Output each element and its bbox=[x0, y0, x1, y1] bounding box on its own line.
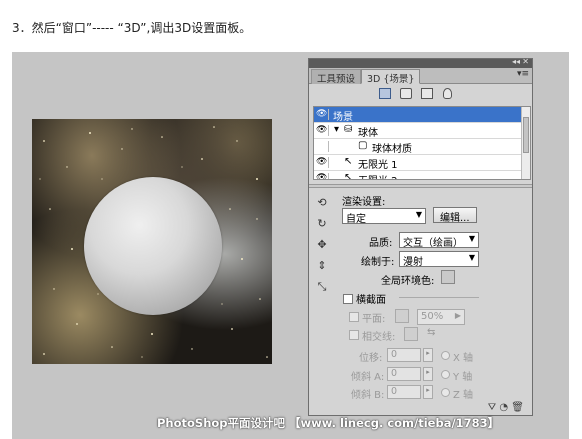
dropdown-arrow-icon: ▼ bbox=[415, 210, 422, 219]
tilt-a-stepper[interactable]: ▸ bbox=[423, 367, 433, 381]
tree-row-sphere-material[interactable]: ▢ 球体材质 bbox=[314, 139, 522, 155]
section-divider bbox=[399, 297, 479, 298]
cross-section-label: 横截面 bbox=[356, 295, 386, 306]
scale-tool-icon[interactable]: ⤡ bbox=[313, 280, 331, 295]
offset-label: 位移: bbox=[359, 353, 383, 364]
scene-tree: 👁 场景 👁 ▾ ⛁ 球体 ▢ 球体材质 👁 ↖ 无限光 1 👁 ↖ bbox=[313, 106, 531, 180]
drag-tool-icon[interactable]: ✥ bbox=[313, 238, 331, 253]
paint-on-label: 绘制于: bbox=[361, 257, 395, 268]
visibility-icon[interactable]: 👁 bbox=[316, 173, 329, 179]
plane-opacity-select[interactable]: 50% ▶ bbox=[417, 309, 465, 325]
panel-splitter[interactable] bbox=[309, 184, 532, 188]
material-icon: ▢ bbox=[358, 140, 368, 151]
scrollbar-thumb[interactable] bbox=[523, 117, 529, 153]
expand-arrow-icon[interactable]: ▾ bbox=[334, 124, 339, 135]
visibility-icon[interactable]: 👁 bbox=[316, 125, 329, 136]
3d-panel: ◂◂ ✕ 工具预设 3D {场景} ▾≡ 👁 场景 👁 ▾ ⛁ 球体 ▢ 球体材… bbox=[308, 57, 533, 416]
visibility-icon[interactable]: 👁 bbox=[316, 109, 329, 120]
mesh-icon: ⛁ bbox=[344, 124, 353, 135]
global-ambient-color-swatch[interactable] bbox=[441, 270, 455, 284]
tab-tool-presets[interactable]: 工具预设 bbox=[311, 69, 362, 85]
visibility-icon bbox=[316, 141, 329, 152]
intersection-label: 相交线: bbox=[362, 332, 396, 343]
plane-label: 平面: bbox=[362, 314, 386, 325]
tilt-b-input[interactable]: 0 bbox=[387, 385, 421, 399]
x-axis-label: X 轴 bbox=[453, 353, 474, 364]
tilt-b-label: 倾斜 B: bbox=[351, 390, 385, 401]
tree-row-light-1[interactable]: 👁 ↖ 无限光 1 bbox=[314, 155, 522, 171]
step-caption: 3．然后“窗口”----- “3D”,调出3D设置面板。 bbox=[12, 21, 252, 35]
light-filter-icon[interactable] bbox=[443, 88, 452, 99]
3d-sphere[interactable] bbox=[84, 177, 222, 315]
ground-plane-icon[interactable]: ⛛ bbox=[488, 402, 496, 413]
close-icon[interactable]: ✕ bbox=[522, 57, 529, 66]
material-filter-icon[interactable] bbox=[421, 88, 433, 99]
tilt-b-stepper[interactable]: ▸ bbox=[423, 385, 433, 399]
light-icon: ↖ bbox=[344, 172, 353, 180]
photoshop-screenshot: ◂◂ ✕ 工具预设 3D {场景} ▾≡ 👁 场景 👁 ▾ ⛁ 球体 ▢ 球体材… bbox=[12, 52, 569, 439]
plane-color-swatch[interactable] bbox=[395, 309, 409, 323]
scene-filter-icon[interactable] bbox=[379, 88, 391, 99]
intersection-color-swatch[interactable] bbox=[404, 327, 418, 341]
render-preset-select[interactable]: 自定 ▼ bbox=[342, 208, 426, 225]
offset-input[interactable]: 0 bbox=[387, 348, 421, 362]
z-axis-label: Z 轴 bbox=[453, 390, 474, 401]
y-axis-label: Y 轴 bbox=[453, 372, 473, 383]
new-light-icon[interactable]: ◔ bbox=[499, 402, 508, 413]
filter-icon-row bbox=[309, 84, 532, 104]
plane-checkbox[interactable] bbox=[349, 312, 359, 322]
quality-label: 品质: bbox=[369, 238, 393, 249]
dropdown-arrow-icon: ▼ bbox=[468, 253, 475, 262]
tilt-a-input[interactable]: 0 bbox=[387, 367, 421, 381]
tilt-a-label: 倾斜 A: bbox=[351, 372, 385, 383]
dropdown-arrow-icon: ▶ bbox=[454, 311, 461, 320]
roll-tool-icon[interactable]: ↻ bbox=[313, 217, 331, 232]
paint-on-select[interactable]: 漫射 ▼ bbox=[399, 251, 479, 268]
flip-section-icon[interactable]: ⇆ bbox=[427, 327, 435, 338]
delete-icon[interactable]: 🗑 bbox=[511, 402, 524, 413]
slide-tool-icon[interactable]: ⇕ bbox=[313, 259, 331, 274]
quality-select[interactable]: 交互（绘画） ▼ bbox=[399, 232, 479, 249]
tree-row-scene[interactable]: 👁 场景 bbox=[314, 107, 522, 123]
collapse-icon[interactable]: ◂◂ bbox=[512, 57, 520, 66]
tab-3d-scene[interactable]: 3D {场景} bbox=[361, 69, 421, 85]
panel-footer-icons: ⛛ ◔ 🗑 bbox=[488, 402, 524, 413]
3d-tool-column: ⟲ ↻ ✥ ⇕ ⤡ bbox=[313, 196, 335, 301]
intersection-checkbox[interactable] bbox=[349, 330, 359, 340]
y-axis-radio[interactable] bbox=[441, 370, 450, 379]
watermark-text: PhotoShop平面设计吧 【www. linecg. com/tieba/1… bbox=[157, 416, 500, 430]
render-settings-label: 渲染设置: bbox=[342, 197, 386, 208]
offset-stepper[interactable]: ▸ bbox=[423, 348, 433, 362]
cross-section-checkbox[interactable] bbox=[343, 294, 353, 304]
edit-button[interactable]: 编辑... bbox=[433, 207, 477, 224]
mesh-filter-icon[interactable] bbox=[400, 88, 412, 99]
panel-tabs: 工具预设 3D {场景} ▾≡ bbox=[309, 68, 532, 85]
menu-icon[interactable]: ▾≡ bbox=[517, 69, 529, 79]
global-ambient-label: 全局环境色: bbox=[381, 276, 435, 287]
rotate-tool-icon[interactable]: ⟲ bbox=[313, 196, 331, 211]
document-canvas[interactable] bbox=[32, 119, 272, 364]
light-icon: ↖ bbox=[344, 156, 353, 167]
tree-row-sphere[interactable]: 👁 ▾ ⛁ 球体 bbox=[314, 123, 522, 139]
tree-row-light-2[interactable]: 👁 ↖ 无限光 2 bbox=[314, 171, 522, 180]
panel-title-bar[interactable]: ◂◂ ✕ bbox=[309, 57, 532, 68]
visibility-icon[interactable]: 👁 bbox=[316, 157, 329, 168]
dropdown-arrow-icon: ▼ bbox=[468, 234, 475, 243]
tree-scrollbar[interactable] bbox=[521, 107, 530, 179]
z-axis-radio[interactable] bbox=[441, 388, 450, 397]
x-axis-radio[interactable] bbox=[441, 351, 450, 360]
